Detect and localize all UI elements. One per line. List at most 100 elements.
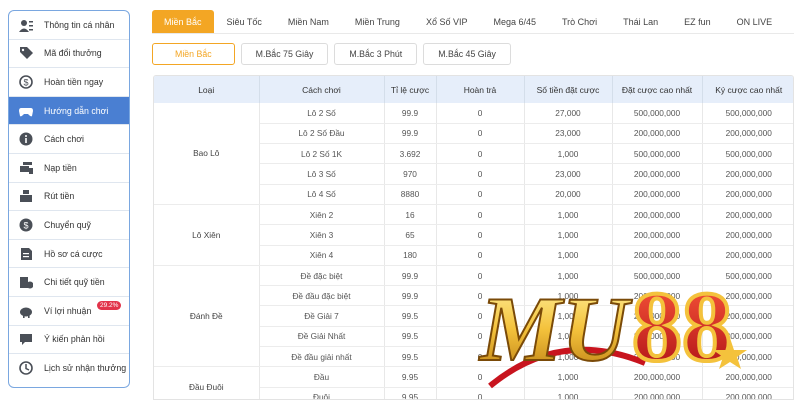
table-cell: 200,000,000 bbox=[702, 123, 793, 145]
table-cell: 99.9 bbox=[384, 285, 437, 307]
tab[interactable]: EZ fun bbox=[671, 10, 724, 33]
tab[interactable]: Siêu Tốc bbox=[214, 10, 275, 33]
table-cell: 99.5 bbox=[384, 305, 437, 327]
table-cell: 0 bbox=[436, 387, 525, 399]
bet-type-cell: Bao Lô bbox=[154, 103, 260, 205]
table-cell: 99.9 bbox=[384, 265, 437, 287]
profit-badge: 29.2% bbox=[97, 300, 122, 310]
table-cell: 500,000,000 bbox=[702, 103, 793, 124]
table-cell: 99.9 bbox=[384, 123, 437, 145]
table-cell: 200,000,000 bbox=[702, 204, 793, 226]
tab[interactable]: ON LIVE bbox=[724, 10, 786, 33]
sidebar-item[interactable]: Hướng dẫn chơi bbox=[9, 96, 129, 126]
tab[interactable]: Miền Bắc bbox=[152, 10, 214, 33]
table-cell: 970 bbox=[384, 163, 437, 185]
column-header: Số tiền đặt cược bbox=[524, 76, 613, 103]
sidebar-item-label: Ý kiến phản hồi bbox=[44, 334, 105, 345]
sidebar-item[interactable]: Mã đổi thưởng bbox=[9, 40, 129, 69]
sidebar-item[interactable]: Nạp tiền bbox=[9, 154, 129, 183]
sidebar-item-label: Lịch sử nhận thưởng bbox=[44, 363, 127, 374]
table-cell: 27,000 bbox=[524, 103, 613, 124]
table-cell: 500,000,000 bbox=[612, 143, 703, 165]
bet-type-cell: Lô Xiên bbox=[154, 204, 260, 266]
table-cell: Đề đầu giải nhất bbox=[259, 346, 385, 368]
table-cell: 0 bbox=[436, 346, 525, 368]
table-cell: 200,000,000 bbox=[612, 326, 703, 348]
column-header: Tỉ lệ cược bbox=[384, 76, 437, 103]
table-cell: Lô 2 Số Đầu bbox=[259, 123, 385, 145]
sidebar-item[interactable]: Cách chơi bbox=[9, 125, 129, 154]
sidebar-item-label: Nạp tiền bbox=[44, 162, 77, 173]
table-cell: 16 bbox=[384, 204, 437, 226]
subtab[interactable]: Miền Bắc bbox=[152, 43, 235, 65]
table-cell: 99.5 bbox=[384, 346, 437, 368]
table-cell: 23,000 bbox=[524, 163, 613, 185]
column-header: Hoàn trả bbox=[436, 76, 525, 103]
tag-icon bbox=[18, 45, 34, 61]
table-cell: 99.9 bbox=[384, 103, 437, 124]
table-cell: 0 bbox=[436, 184, 525, 205]
table-cell: 9.95 bbox=[384, 366, 437, 388]
svg-text:$: $ bbox=[24, 77, 29, 87]
sidebar-item[interactable]: Thông tin cá nhân bbox=[9, 11, 129, 40]
sidebar-item-label: Chuyển quỹ bbox=[44, 219, 91, 230]
deposit-icon bbox=[18, 160, 34, 176]
table-cell: Lô 2 Số 1K bbox=[259, 143, 385, 165]
chat-icon bbox=[18, 331, 34, 347]
table-cell: 8880 bbox=[384, 184, 437, 205]
subtab[interactable]: M.Bắc 75 Giây bbox=[240, 43, 329, 65]
table-cell: 1,000 bbox=[524, 224, 613, 246]
tab[interactable]: Thái Lan bbox=[610, 10, 671, 33]
table-cell: 200,000,000 bbox=[612, 245, 703, 266]
sidebar-item[interactable]: Chi tiết quỹ tiền bbox=[9, 268, 129, 297]
table-cell: 0 bbox=[436, 326, 525, 348]
table-cell: 200,000,000 bbox=[702, 163, 793, 185]
table-cell: Đầu bbox=[259, 366, 385, 388]
withdraw-icon bbox=[18, 188, 34, 204]
table-cell: 0 bbox=[436, 285, 525, 307]
sidebar-item[interactable]: Lịch sử nhận thưởng bbox=[9, 354, 129, 383]
sidebar-item[interactable]: Hồ sơ cá cược bbox=[9, 240, 129, 269]
subtab[interactable]: M.Bắc 45 Giây bbox=[423, 43, 511, 65]
tab[interactable]: Miền Nam bbox=[275, 10, 342, 33]
table-row: Lô Xiên Xiên 2 16 0 1,000 200,000,000 200,000,… bbox=[154, 204, 793, 266]
table-cell: 1,000 bbox=[524, 285, 613, 307]
table-cell: 0 bbox=[436, 245, 525, 266]
sidebar-item-label: Thông tin cá nhân bbox=[44, 19, 115, 30]
region-subtabs: Miền Bắc M.Bắc 75 Giây M.Bắc 3 Phút M.Bắc 4… bbox=[152, 43, 511, 65]
table-row: Bao Lô Lô 2 Số 99.9 0 27,000 500,000,000 500,0… bbox=[154, 103, 793, 205]
table-cell: 200,000,000 bbox=[612, 346, 703, 368]
table-cell: 1,000 bbox=[524, 143, 613, 165]
info-icon bbox=[18, 131, 34, 147]
table-cell: Xiên 4 bbox=[259, 245, 385, 266]
sidebar-item[interactable]: Ví lợi nhuận 29.2% bbox=[9, 297, 129, 326]
table-cell: 200,000,000 bbox=[702, 387, 793, 399]
user-list-icon bbox=[18, 17, 34, 33]
bet-type-cell: Đầu Đuôi bbox=[154, 366, 260, 399]
sidebar-item[interactable]: $ Hoàn tiền ngay bbox=[9, 68, 129, 97]
sidebar-item[interactable]: Rút tiền bbox=[9, 183, 129, 212]
sidebar-item-label: Cách chơi bbox=[44, 134, 84, 145]
table-body: Bao Lô Lô 2 Số 99.9 0 27,000 500,000,000 500,0… bbox=[154, 103, 793, 399]
tab[interactable]: Miền Trung bbox=[342, 10, 413, 33]
table-cell: 200,000,000 bbox=[612, 387, 703, 399]
sidebar-item-label: Hồ sơ cá cược bbox=[44, 248, 103, 259]
tab[interactable]: Trò Chơi bbox=[549, 10, 610, 33]
tab[interactable]: Xổ Số VIP bbox=[413, 10, 481, 33]
table-cell: 0 bbox=[436, 366, 525, 388]
table-cell: 1,000 bbox=[524, 265, 613, 287]
table-cell: 500,000,000 bbox=[702, 265, 793, 287]
document-icon bbox=[18, 246, 34, 262]
sidebar-item[interactable]: Ý kiến phản hồi bbox=[9, 326, 129, 355]
bet-type-cell: Đánh Đề bbox=[154, 265, 260, 368]
table-cell: 200,000,000 bbox=[612, 184, 703, 205]
tab[interactable]: Mega 6/45 bbox=[480, 10, 549, 33]
table-cell: 200,000,000 bbox=[612, 305, 703, 327]
piggy-bank-icon bbox=[18, 303, 34, 319]
table-cell: 200,000,000 bbox=[702, 285, 793, 307]
subtab[interactable]: M.Bắc 3 Phút bbox=[334, 43, 418, 65]
table-cell: 500,000,000 bbox=[702, 143, 793, 165]
table-cell: 0 bbox=[436, 143, 525, 165]
column-header: Đặt cược cao nhất bbox=[612, 76, 703, 103]
sidebar-item[interactable]: $ Chuyển quỹ bbox=[9, 211, 129, 240]
